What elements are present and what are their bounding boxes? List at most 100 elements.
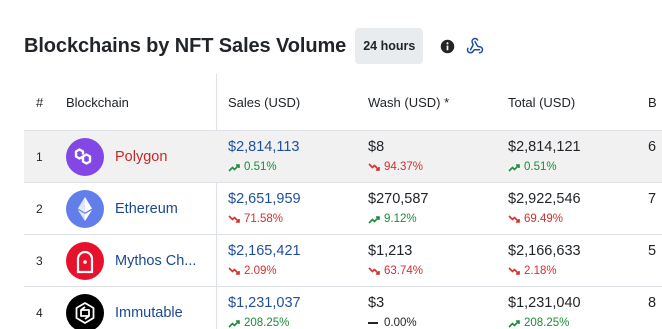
total-cell: $1,231,040 208.25% [508, 287, 638, 329]
sales-value[interactable]: $2,651,959 [228, 190, 368, 208]
wash-change-value: 0.00% [384, 317, 417, 329]
table-row: 3 Mythos Ch... $2,165,421 2.09% $1,213 6… [24, 234, 662, 286]
blockchain-cell[interactable]: Polygon [66, 131, 216, 182]
polygon-logo-icon [66, 137, 104, 176]
sales-change: 208.25% [228, 315, 368, 329]
blockchain-cell[interactable]: Ethereum [66, 183, 216, 234]
table-header-row: # Blockchain Sales (USD) Wash (USD) * To… [24, 74, 662, 130]
sales-value[interactable]: $2,814,113 [228, 138, 368, 156]
trend-down-icon [228, 266, 240, 275]
blockchain-name[interactable]: Immutable [115, 305, 183, 321]
next-column-cell: 8 [648, 287, 662, 329]
total-value: $2,814,121 [508, 139, 581, 155]
total-change-value: 2.18% [524, 265, 557, 277]
sales-change-value: 2.09% [244, 265, 277, 277]
trend-down-icon [508, 266, 520, 275]
sales-change: 0.51% [228, 159, 368, 175]
next-column-value: 7 [648, 191, 657, 207]
sales-cell: $2,651,959 71.58% [228, 183, 368, 234]
ethereum-logo-icon [66, 189, 104, 228]
total-change-value: 0.51% [524, 161, 557, 173]
trend-down-icon [368, 162, 380, 171]
sales-change-value: 0.51% [244, 161, 277, 173]
next-column-cell: 5 [648, 235, 662, 286]
sales-change-value: 71.58% [244, 213, 284, 225]
column-header-next[interactable]: B [648, 74, 662, 130]
trend-up-icon [368, 215, 380, 224]
sales-change: 71.58% [228, 211, 368, 227]
blockchain-cell[interactable]: Immutable [66, 287, 216, 329]
wash-cell: $270,587 9.12% [368, 183, 508, 234]
trend-up-icon [508, 319, 520, 328]
trend-down-icon [228, 214, 240, 223]
sales-cell: $1,231,037 208.25% [228, 287, 368, 329]
trend-up-icon [508, 163, 520, 172]
wash-value: $270,587 [368, 191, 429, 207]
wash-change: 94.37% [368, 159, 508, 175]
sales-cell: $2,814,113 0.51% [228, 131, 368, 182]
table-row: 2 Ethereum $2,651,959 71.58% $270,587 9.… [24, 182, 662, 234]
wash-cell: $3 0.00% [368, 287, 508, 329]
row-rank: 4 [36, 305, 43, 320]
sales-change: 2.09% [228, 263, 368, 279]
trend-up-icon [228, 163, 240, 172]
sales-change-value: 208.25% [244, 317, 290, 329]
info-icon[interactable] [440, 39, 455, 54]
wash-change: 0.00% [368, 315, 508, 329]
next-column-cell: 7 [648, 183, 662, 234]
row-rank: 3 [36, 253, 43, 268]
webhook-icon[interactable] [466, 37, 484, 55]
wash-change-value: 9.12% [384, 213, 417, 225]
total-value: $2,166,633 [508, 243, 581, 259]
total-change: 69.49% [508, 211, 638, 227]
total-value: $2,922,546 [508, 191, 581, 207]
blockchain-name[interactable]: Polygon [115, 149, 167, 165]
blockchain-cell[interactable]: Mythos Ch... [66, 235, 216, 286]
table-row: 1 Polygon $2,814,113 0.51% $8 94.37% $2,… [24, 130, 662, 182]
total-cell: $2,922,546 69.49% [508, 183, 638, 234]
row-rank: 1 [36, 149, 43, 164]
next-column-cell: 6 [648, 131, 662, 182]
trend-up-icon [228, 319, 240, 328]
period-selector[interactable]: 24 hours [355, 28, 424, 64]
next-column-value: 6 [648, 139, 657, 155]
row-rank: 2 [36, 201, 43, 216]
column-header-sales[interactable]: Sales (USD) [228, 74, 368, 130]
total-value: $1,231,040 [508, 295, 581, 311]
page-title: Blockchains by NFT Sales Volume [24, 34, 347, 57]
total-change: 0.51% [508, 159, 638, 175]
total-cell: $2,166,633 2.18% [508, 235, 638, 286]
total-change: 208.25% [508, 315, 638, 329]
blockchains-table: # Blockchain Sales (USD) Wash (USD) * To… [24, 74, 662, 329]
page-header: Blockchains by NFT Sales Volume 24 hours [24, 28, 484, 64]
sales-value[interactable]: $1,231,037 [228, 294, 368, 312]
immutable-logo-icon [66, 293, 104, 329]
sales-cell: $2,165,421 2.09% [228, 235, 368, 286]
next-column-value: 8 [648, 295, 657, 311]
blockchain-name[interactable]: Ethereum [115, 201, 178, 217]
wash-change-value: 63.74% [384, 265, 424, 277]
column-header-blockchain: Blockchain [66, 94, 129, 110]
sales-value[interactable]: $2,165,421 [228, 242, 368, 260]
dash-icon [368, 322, 378, 324]
wash-value: $3 [368, 295, 385, 311]
mythos-logo-icon [66, 241, 104, 280]
wash-cell: $1,213 63.74% [368, 235, 508, 286]
wash-value: $8 [368, 139, 385, 155]
wash-value: $1,213 [368, 243, 413, 259]
wash-change-value: 94.37% [384, 161, 424, 173]
trend-down-icon [368, 266, 380, 275]
total-change-value: 208.25% [524, 317, 570, 329]
column-header-total[interactable]: Total (USD) [508, 74, 638, 130]
wash-cell: $8 94.37% [368, 131, 508, 182]
wash-change: 9.12% [368, 211, 508, 227]
wash-change: 63.74% [368, 263, 508, 279]
column-header-wash[interactable]: Wash (USD) * [368, 74, 508, 130]
blockchain-name[interactable]: Mythos Ch... [115, 253, 196, 269]
trend-down-icon [508, 214, 520, 223]
total-change: 2.18% [508, 263, 638, 279]
total-cell: $2,814,121 0.51% [508, 131, 638, 182]
column-header-rank: # [36, 94, 44, 110]
table-row: 4 Immutable $1,231,037 208.25% $3 0.00% … [24, 286, 662, 329]
total-change-value: 69.49% [524, 213, 564, 225]
